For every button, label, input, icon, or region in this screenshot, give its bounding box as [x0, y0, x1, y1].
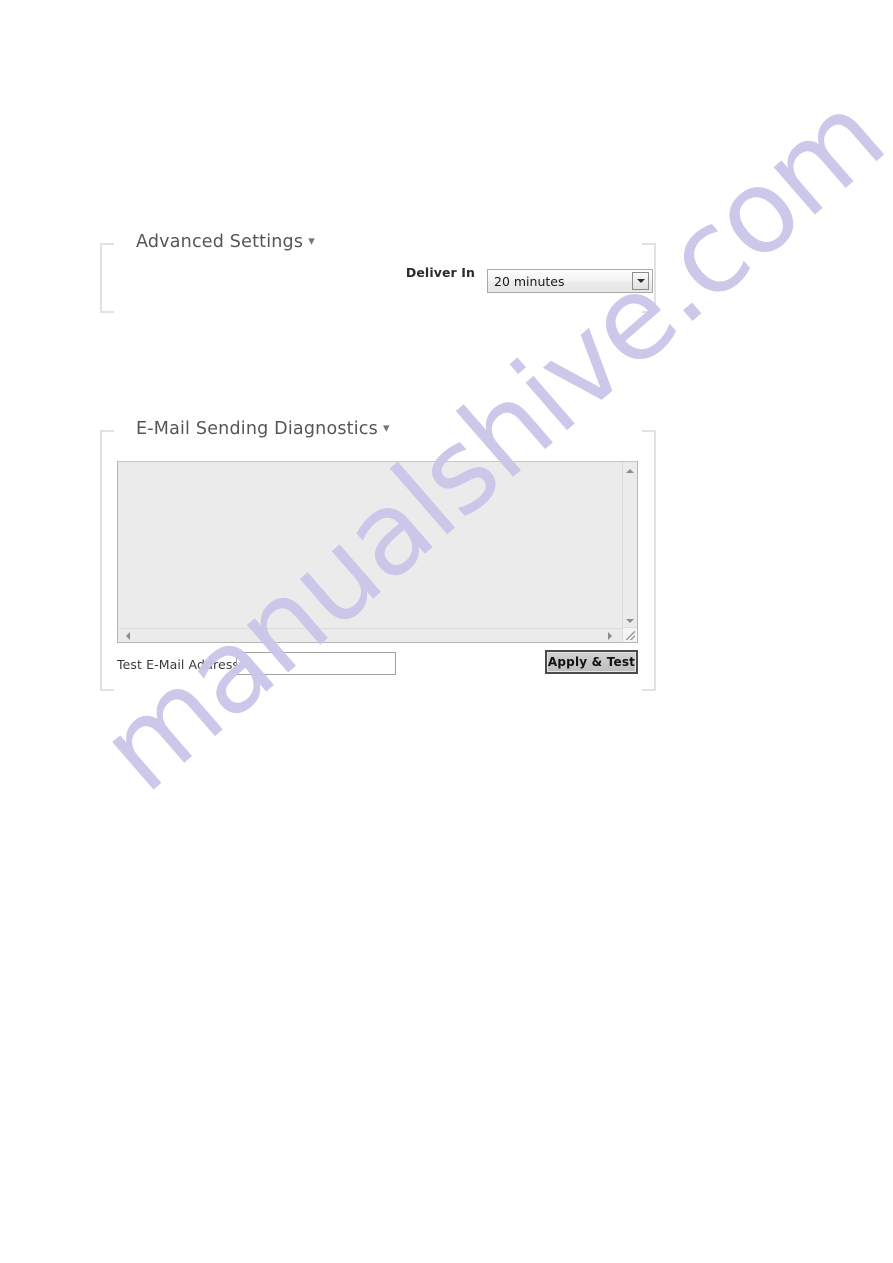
chevron-down-icon: ▾ — [382, 421, 390, 436]
diagnostics-title[interactable]: E-Mail Sending Diagnostics ▾ — [130, 419, 398, 439]
diagnostics-log-textarea[interactable] — [117, 461, 638, 643]
deliver-in-selected-value: 20 minutes — [494, 273, 565, 289]
vertical-scrollbar[interactable] — [622, 462, 637, 630]
deliver-in-label: Deliver In — [405, 264, 475, 280]
advanced-settings-section: Advanced Settings ▾ Deliver In 20 minutes — [100, 232, 656, 313]
diagnostics-title-label: E-Mail Sending Diagnostics — [136, 419, 378, 439]
advanced-settings-title[interactable]: Advanced Settings ▾ — [130, 232, 323, 252]
apply-and-test-button[interactable]: Apply & Test — [545, 650, 638, 674]
triangle-up-icon — [626, 469, 634, 473]
scroll-down-button[interactable] — [623, 614, 637, 628]
triangle-left-icon — [125, 632, 130, 640]
advanced-settings-title-label: Advanced Settings — [136, 232, 304, 252]
test-email-address-input[interactable] — [236, 652, 396, 675]
test-email-address-label: Test E-Mail Address — [117, 657, 240, 672]
triangle-right-icon — [607, 632, 612, 640]
deliver-in-select[interactable]: 20 minutes — [487, 269, 653, 293]
section-bracket-left — [100, 243, 114, 313]
resize-grip-icon[interactable] — [622, 627, 637, 642]
chevron-down-icon: ▾ — [308, 234, 315, 249]
test-email-row: Test E-Mail Address Apply & Test — [100, 650, 656, 678]
dropdown-arrow-button[interactable] — [632, 272, 649, 290]
scroll-up-button[interactable] — [623, 464, 637, 478]
scroll-left-button[interactable] — [121, 630, 134, 642]
triangle-down-icon — [636, 279, 645, 283]
apply-and-test-button-label: Apply & Test — [547, 655, 636, 669]
page-content: Advanced Settings ▾ Deliver In 20 minutes… — [0, 0, 893, 1263]
triangle-down-icon — [626, 619, 634, 623]
email-sending-diagnostics-section: E-Mail Sending Diagnostics ▾ Test E-Mail… — [100, 419, 656, 691]
scroll-right-button[interactable] — [603, 630, 616, 642]
horizontal-scrollbar[interactable] — [118, 628, 637, 642]
